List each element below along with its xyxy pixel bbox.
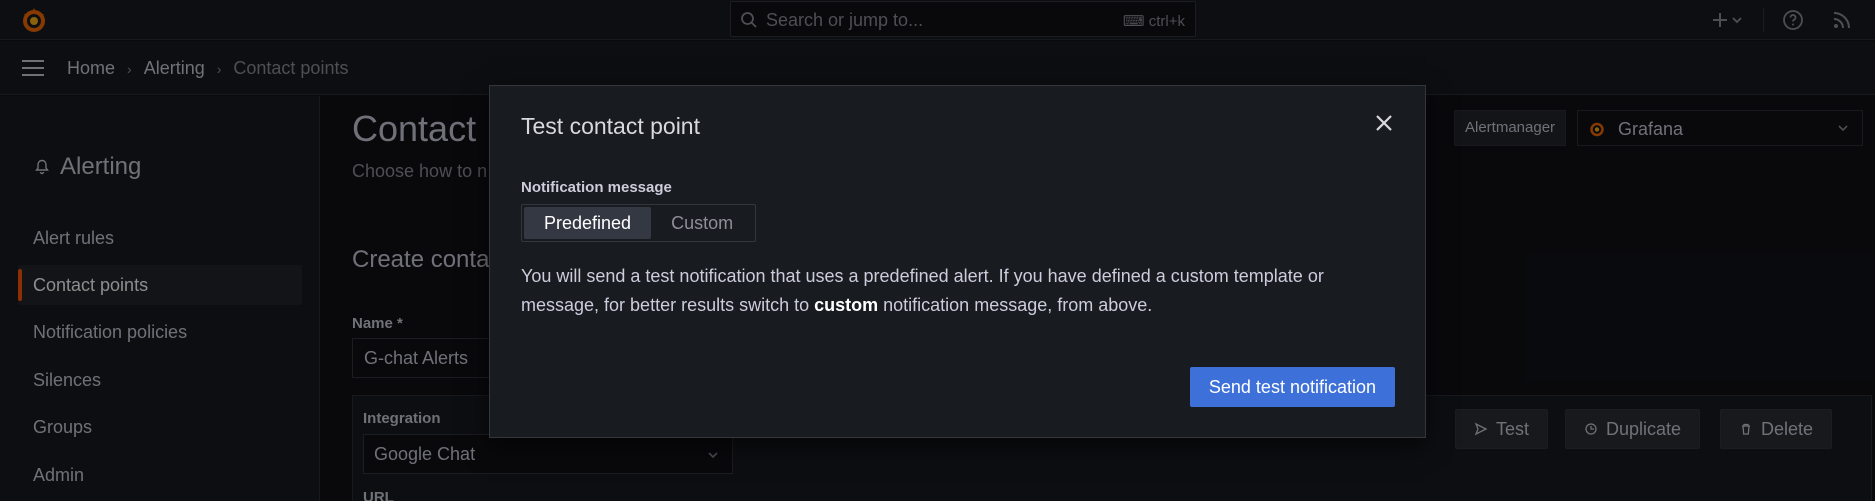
notification-message-label: Notification message [521,179,672,196]
test-contact-point-modal: Test contact point Notification message … [489,85,1426,438]
notification-message-radio-group: Predefined Custom [521,204,757,242]
option-custom[interactable]: Custom [651,207,753,239]
description-text-end: notification message, from above. [878,295,1153,315]
description-emphasis: custom [814,295,879,315]
send-test-notification-button[interactable]: Send test notification [1189,367,1395,407]
test-description: You will send a test notification that u… [521,262,1401,320]
modal-title: Test contact point [521,113,700,139]
close-icon[interactable] [1373,112,1395,134]
option-predefined[interactable]: Predefined [524,207,652,239]
